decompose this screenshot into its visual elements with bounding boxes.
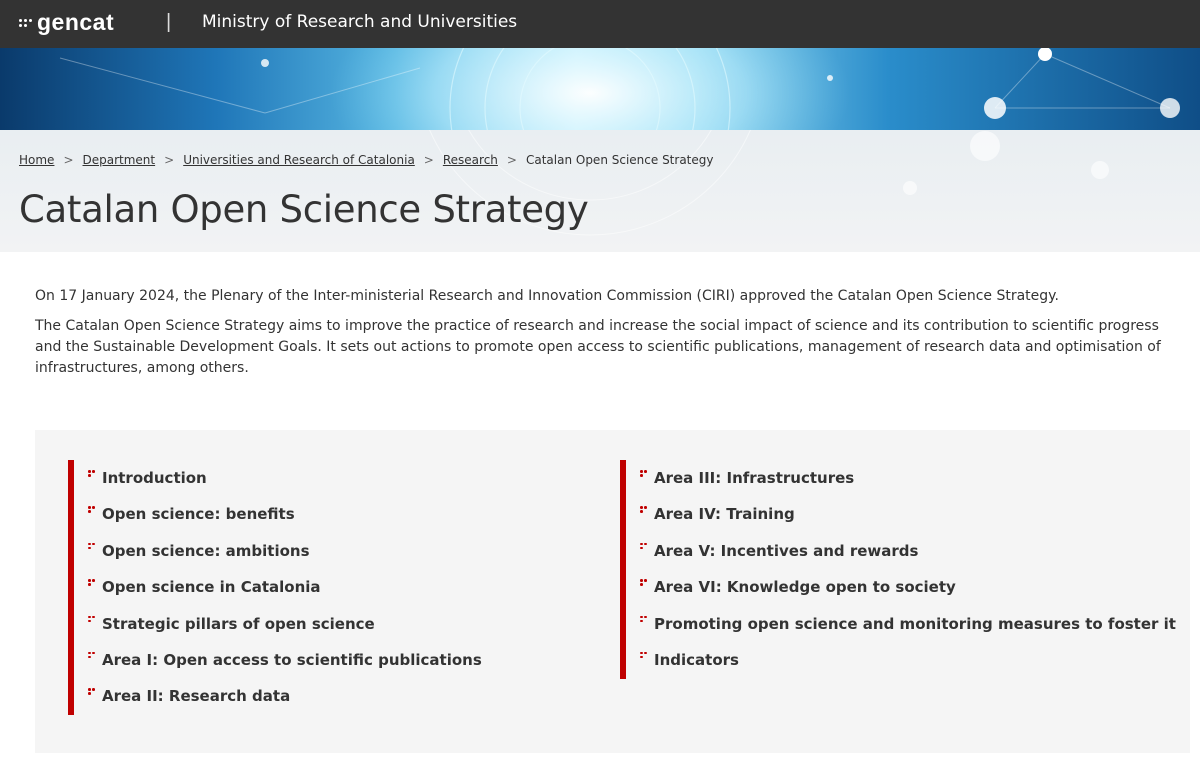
bullet-icon [638,542,647,551]
index-item[interactable]: Area II: Research data [74,678,482,714]
index-item[interactable]: Area III: Infrastructures [626,460,1176,496]
breadcrumb-department[interactable]: Department [83,153,156,167]
content-index: Introduction Open science: benefits Open… [35,430,1190,753]
index-link[interactable]: Introduction [102,469,207,487]
bullet-icon [86,651,95,660]
index-link[interactable]: Open science: benefits [102,505,295,523]
logo-text: gencat [37,9,115,35]
index-link[interactable]: Open science: ambitions [102,542,310,560]
bullet-icon [86,506,95,514]
gencat-logo[interactable]: gencat [19,9,114,36]
bullet-icon [86,579,95,587]
intro-paragraph: The Catalan Open Science Strategy aims t… [35,318,1161,376]
gencat-logo-icon [19,17,35,33]
header-divider: | [166,11,172,33]
ministry-name[interactable]: Ministry of Research and Universities [202,12,517,32]
breadcrumb: Home > Department > Universities and Res… [19,153,713,167]
index-link[interactable]: Indicators [654,651,739,669]
breadcrumb-home[interactable]: Home [19,153,54,167]
index-item[interactable]: Area I: Open access to scientific public… [74,642,482,678]
breadcrumb-separator: > [423,153,434,167]
bullet-icon [638,470,647,478]
intro-paragraph: On 17 January 2024, the Plenary of the I… [35,288,1059,304]
index-item[interactable]: Area IV: Training [626,496,1176,532]
index-item[interactable]: Area VI: Knowledge open to society [626,569,1176,605]
index-item[interactable]: Open science in Catalonia [74,569,482,605]
index-column-right: Area III: Infrastructures Area IV: Train… [620,460,1176,679]
page-title: Catalan Open Science Strategy [19,188,589,231]
breadcrumb-separator: > [164,153,175,167]
bullet-icon [638,579,647,587]
breadcrumb-separator: > [506,153,517,167]
index-column-left: Introduction Open science: benefits Open… [68,460,482,715]
index-item[interactable]: Introduction [74,460,482,496]
banner-network-graphic [59,48,1180,130]
index-link[interactable]: Promoting open science and monitoring me… [654,615,1176,633]
index-item[interactable]: Open science: benefits [74,496,482,532]
bullet-icon [638,615,647,624]
breadcrumb-current: Catalan Open Science Strategy [525,153,714,167]
bullet-icon [86,615,95,624]
hero-banner [0,48,1200,130]
bullet-icon [86,470,95,478]
index-item[interactable]: Promoting open science and monitoring me… [626,606,1176,642]
breadcrumb-separator: > [63,153,74,167]
index-link[interactable]: Area II: Research data [102,687,290,705]
title-section: Home > Department > Universities and Res… [0,130,1200,252]
bullet-icon [86,688,95,696]
top-bar: gencat | Ministry of Research and Univer… [0,0,1200,48]
bullet-icon [638,651,647,660]
breadcrumb-research[interactable]: Research [443,153,498,167]
index-link[interactable]: Area V: Incentives and rewards [654,542,918,560]
index-link[interactable]: Area VI: Knowledge open to society [654,578,956,596]
index-link[interactable]: Area IV: Training [654,505,795,523]
index-item[interactable]: Area V: Incentives and rewards [626,533,1176,569]
index-link[interactable]: Area I: Open access to scientific public… [102,651,482,669]
index-link[interactable]: Strategic pillars of open science [102,615,375,633]
index-item[interactable]: Strategic pillars of open science [74,606,482,642]
index-item[interactable]: Open science: ambitions [74,533,482,569]
bullet-icon [638,506,647,514]
bullet-icon [86,542,95,551]
breadcrumb-universities-research[interactable]: Universities and Research of Catalonia [183,153,415,167]
intro-text: On 17 January 2024, the Plenary of the I… [35,286,1175,388]
index-link[interactable]: Open science in Catalonia [102,578,321,596]
index-link[interactable]: Area III: Infrastructures [654,469,854,487]
index-item[interactable]: Indicators [626,642,1176,678]
